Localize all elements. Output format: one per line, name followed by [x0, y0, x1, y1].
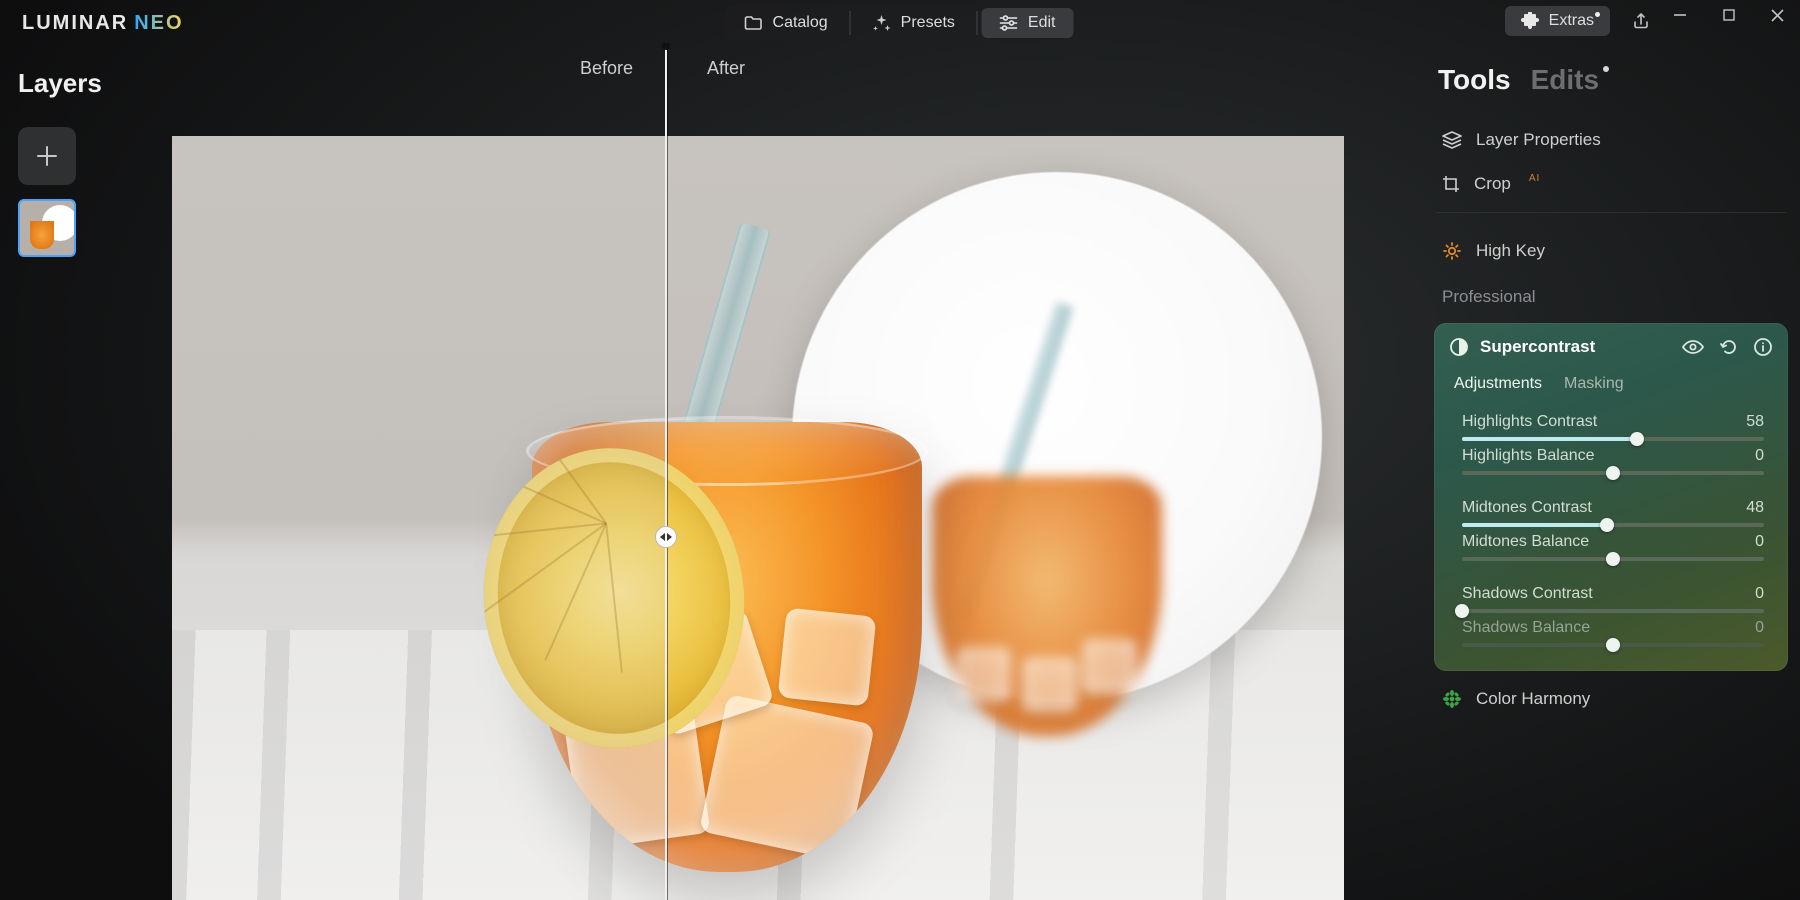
ai-badge: AI	[1529, 173, 1540, 184]
supercontrast-subtabs: Adjustments Masking	[1434, 367, 1788, 407]
slider-highlights-contrast: Highlights Contrast 58	[1462, 413, 1764, 441]
sliders-icon	[1000, 15, 1018, 31]
slider-track[interactable]	[1462, 471, 1764, 475]
slider-shadows-contrast: Shadows Contrast 0	[1462, 585, 1764, 613]
tool-crop[interactable]: Crop AI	[1434, 162, 1788, 206]
tab-edit-label: Edit	[1028, 14, 1056, 32]
flower-icon	[1442, 689, 1462, 709]
slider-track[interactable]	[1462, 609, 1764, 613]
tool-layer-properties-label: Layer Properties	[1476, 130, 1601, 150]
slider-label: Shadows Balance	[1462, 619, 1590, 637]
image-mirror-glass	[932, 476, 1162, 736]
slider-track[interactable]	[1462, 557, 1764, 561]
slider-label: Midtones Balance	[1462, 533, 1589, 551]
separator	[850, 11, 851, 35]
compare-handle[interactable]	[655, 526, 677, 548]
slider-value: 58	[1746, 413, 1764, 431]
right-tabs: Tools Edits	[1434, 60, 1788, 118]
tool-color-harmony-label: Color Harmony	[1476, 689, 1590, 709]
layer-thumbnail[interactable]	[18, 199, 76, 257]
slider-value: 0	[1755, 533, 1764, 551]
tab-catalog[interactable]: Catalog	[727, 8, 846, 38]
crop-icon	[1442, 175, 1460, 193]
contrast-icon	[1450, 338, 1468, 356]
image-glass	[532, 392, 922, 900]
sparkle-icon	[873, 14, 891, 32]
layers-icon	[1442, 131, 1462, 149]
sun-icon	[1442, 241, 1462, 261]
slider-label: Shadows Contrast	[1462, 585, 1593, 603]
tab-presets[interactable]: Presets	[855, 8, 973, 38]
extras-button[interactable]: Extras	[1505, 6, 1610, 36]
tool-layer-properties[interactable]: Layer Properties	[1434, 118, 1788, 162]
compare-divider[interactable]	[665, 42, 667, 900]
slider-highlights-balance: Highlights Balance 0	[1462, 447, 1764, 475]
layers-panel: Layers	[18, 68, 148, 257]
undo-icon[interactable]	[1720, 338, 1738, 356]
brand-word1: LUMINAR	[22, 12, 128, 34]
slider-track[interactable]	[1462, 523, 1764, 527]
slider-track[interactable]	[1462, 437, 1764, 441]
tool-high-key[interactable]: High Key	[1434, 223, 1788, 273]
tab-catalog-label: Catalog	[773, 14, 828, 32]
top-bar: LUMINAR NEO Catalog Presets Edit	[0, 0, 1800, 44]
tab-presets-label: Presets	[901, 14, 955, 32]
tools-panel: Tools Edits Layer Properties Crop AI Hig…	[1422, 60, 1800, 900]
slider-value: 48	[1746, 499, 1764, 517]
subtab-adjustments[interactable]: Adjustments	[1454, 375, 1542, 393]
slider-value: 0	[1755, 619, 1764, 637]
tab-tools[interactable]: Tools	[1438, 64, 1511, 96]
slider-track[interactable]	[1462, 643, 1764, 647]
extras-wrap: Extras	[1505, 6, 1610, 36]
slider-label: Midtones Contrast	[1462, 499, 1592, 517]
top-mode-switch: Catalog Presets Edit	[725, 6, 1076, 40]
window-controls	[1673, 8, 1784, 22]
extras-label: Extras	[1549, 12, 1594, 30]
tool-supercontrast-panel: Supercontrast Adjustments Masking Highli…	[1434, 323, 1788, 671]
edits-dot	[1603, 66, 1609, 72]
slider-value: 0	[1755, 585, 1764, 603]
brand-logo: LUMINAR NEO	[22, 12, 184, 35]
tool-crop-label: Crop	[1474, 174, 1511, 194]
tab-edit[interactable]: Edit	[982, 8, 1074, 38]
maximize-icon[interactable]	[1723, 9, 1735, 21]
slider-label: Highlights Contrast	[1462, 413, 1597, 431]
info-icon[interactable]	[1754, 338, 1772, 356]
separator	[977, 11, 978, 35]
puzzle-icon	[1521, 12, 1539, 30]
brand-word2: NEO	[134, 12, 183, 34]
slider-label: Highlights Balance	[1462, 447, 1595, 465]
tab-edits[interactable]: Edits	[1531, 64, 1599, 96]
slider-shadows-balance: Shadows Balance 0	[1462, 619, 1764, 647]
tab-edits-label: Edits	[1531, 64, 1599, 95]
notification-dot	[1595, 12, 1600, 17]
minimize-icon[interactable]	[1673, 8, 1687, 22]
tool-color-harmony[interactable]: Color Harmony	[1434, 671, 1788, 709]
subtab-masking[interactable]: Masking	[1564, 375, 1624, 393]
section-professional: Professional	[1434, 273, 1788, 317]
image-canvas[interactable]	[172, 136, 1344, 900]
tool-supercontrast-label: Supercontrast	[1480, 337, 1595, 357]
close-icon[interactable]	[1771, 9, 1784, 22]
add-layer-button[interactable]	[18, 127, 76, 185]
separator	[1436, 212, 1786, 213]
before-label: Before	[580, 58, 633, 79]
layers-title: Layers	[18, 68, 148, 99]
slider-midtones-balance: Midtones Balance 0	[1462, 533, 1764, 561]
share-icon[interactable]	[1632, 12, 1650, 30]
slider-value: 0	[1755, 447, 1764, 465]
eye-icon[interactable]	[1682, 339, 1704, 355]
slider-group: Highlights Contrast 58 Highlights Balance…	[1434, 407, 1788, 647]
folder-icon	[745, 15, 763, 31]
after-label: After	[707, 58, 745, 79]
slider-midtones-contrast: Midtones Contrast 48	[1462, 499, 1764, 527]
tool-high-key-label: High Key	[1476, 241, 1545, 261]
